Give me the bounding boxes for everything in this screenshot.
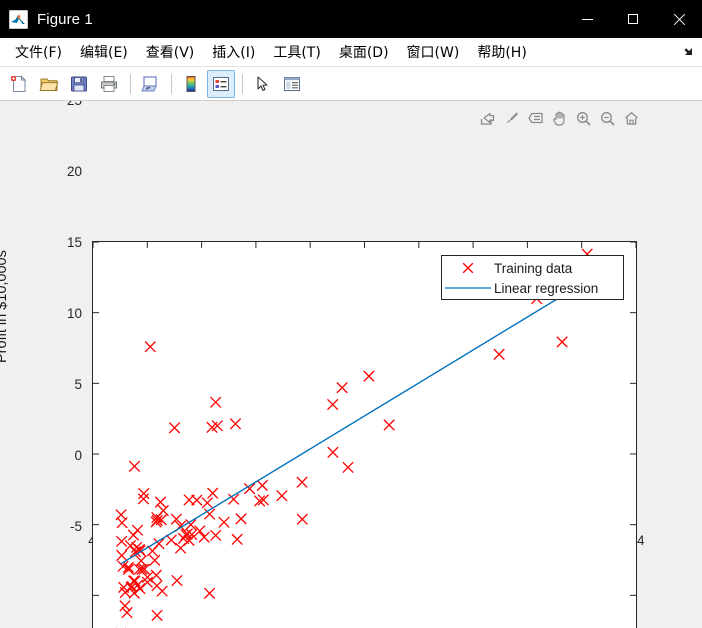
y-tick-label: 5 — [74, 377, 82, 392]
zoom-in-icon[interactable] — [572, 107, 594, 129]
menu-desktop[interactable]: 桌面(D) — [330, 39, 398, 65]
menu-insert[interactable]: 插入(I) — [203, 39, 264, 65]
y-tick-label: 15 — [66, 235, 82, 250]
dock-arrow-icon[interactable] — [681, 46, 694, 59]
window-title: Figure 1 — [37, 10, 93, 28]
window-controls — [564, 0, 702, 38]
legend-entry-linear-regression: Linear regression — [442, 278, 598, 298]
y-tick-label: 25 — [46, 101, 82, 108]
new-figure-icon[interactable] — [5, 70, 33, 98]
colorbar-icon[interactable] — [177, 70, 205, 98]
menu-window-label: 窗口(W) — [406, 45, 460, 61]
toolbar-separator-1 — [130, 73, 131, 94]
link-plot-icon[interactable] — [136, 70, 164, 98]
menu-desktop-label: 桌面(D) — [338, 45, 389, 61]
edit-plot-icon[interactable] — [248, 70, 276, 98]
legend-label-linear-regression: Linear regression — [494, 280, 599, 296]
pan-icon[interactable] — [548, 107, 570, 129]
menu-edit-label: 编辑(E) — [79, 45, 128, 61]
legend-label-training-data: Training data — [494, 260, 573, 276]
property-inspector-icon[interactable] — [278, 70, 306, 98]
menu-file-label: 文件(F) — [15, 45, 62, 61]
menu-bar: 文件(F) 编辑(E) 查看(V) 插入(I) 工具(T) 桌面(D) 窗口(W… — [0, 38, 702, 67]
y-tick-label: 0 — [74, 448, 82, 463]
menu-help-label: 帮助(H) — [477, 45, 527, 61]
minimize-icon — [581, 18, 593, 20]
menu-tools[interactable]: 工具(T) — [264, 39, 329, 65]
matlab-figure-window: Figure 1 文件(F) 编辑(E) 查看(V) 插入(I) 工具(T) 桌… — [0, 0, 702, 628]
menu-window[interactable]: 窗口(W) — [398, 39, 469, 65]
menu-tools-label: 工具(T) — [273, 45, 321, 61]
toolbar-separator-3 — [242, 73, 243, 94]
menu-view-label: 查看(V) — [145, 45, 195, 61]
legend[interactable]: Training data Linear regression — [441, 255, 624, 300]
y-tick-label: -5 — [69, 519, 82, 534]
legend-marker-line-icon — [442, 282, 494, 294]
print-figure-icon[interactable] — [95, 70, 123, 98]
title-bar: Figure 1 — [0, 0, 702, 38]
menu-insert-label: 插入(I) — [212, 45, 256, 61]
figure-canvas: Profit in $10,000s 25 20 15 10 5 0 -5 4 … — [0, 101, 702, 628]
close-button[interactable] — [656, 0, 702, 38]
export-icon[interactable] — [476, 107, 498, 129]
matlab-logo-icon — [9, 9, 28, 29]
menu-help[interactable]: 帮助(H) — [468, 39, 535, 65]
minimize-button[interactable] — [564, 0, 610, 38]
brush-icon[interactable] — [500, 107, 522, 129]
y-tick-label: 20 — [66, 164, 82, 179]
datatip-icon[interactable] — [524, 107, 546, 129]
save-figure-icon[interactable] — [65, 70, 93, 98]
legend-icon[interactable] — [207, 69, 235, 98]
axes-toolbar — [476, 107, 642, 129]
y-tick-label: 10 — [66, 306, 82, 321]
menu-view[interactable]: 查看(V) — [137, 39, 204, 65]
maximize-icon — [628, 14, 638, 24]
y-axis-label: Profit in $10,000s — [0, 250, 10, 363]
open-file-icon[interactable] — [35, 70, 63, 98]
close-icon — [673, 13, 686, 26]
menu-file[interactable]: 文件(F) — [6, 39, 71, 65]
restore-view-icon[interactable] — [620, 107, 642, 129]
maximize-button[interactable] — [610, 0, 656, 38]
toolbar-separator-2 — [171, 73, 172, 94]
zoom-out-icon[interactable] — [596, 107, 618, 129]
figure-toolbar — [0, 67, 702, 101]
menu-edit[interactable]: 编辑(E) — [71, 39, 137, 65]
legend-marker-x-icon — [442, 260, 494, 276]
legend-entry-training-data: Training data — [442, 258, 572, 278]
